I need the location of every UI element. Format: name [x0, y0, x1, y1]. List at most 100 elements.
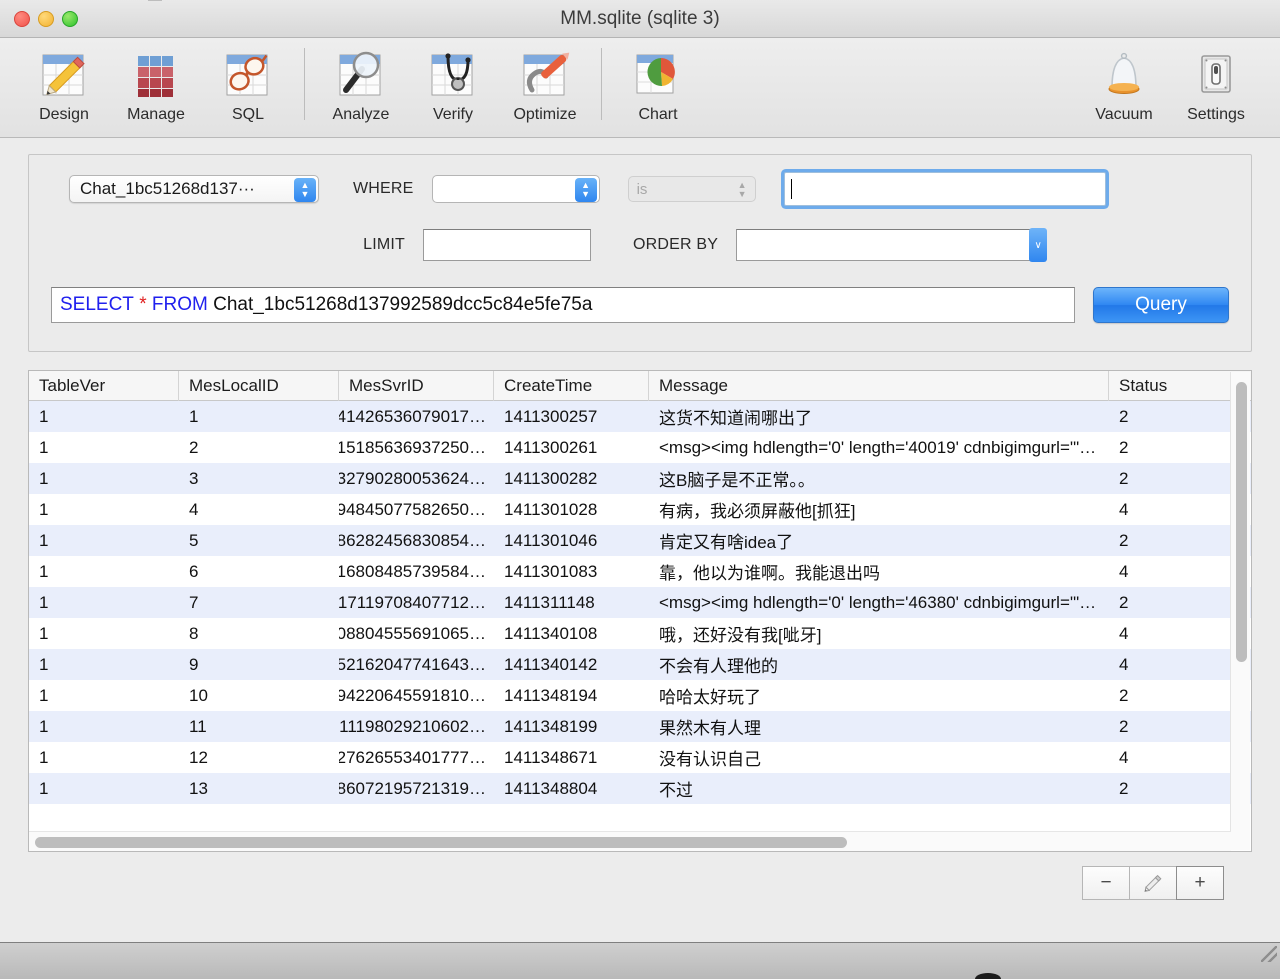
add-record-button[interactable]: +	[1176, 866, 1224, 900]
column-header-meslocalid[interactable]: MesLocalID	[179, 371, 339, 401]
column-header-status[interactable]: Status	[1109, 371, 1209, 401]
cell-tablever: 1	[39, 468, 49, 488]
results-table-header: TableVer MesLocalID MesSvrID CreateTime …	[29, 371, 1251, 401]
sql-statement-field[interactable]: SELECT * FROM Chat_1bc51268d137992589dcc…	[51, 287, 1075, 323]
toolbar-button-manage[interactable]: Manage	[110, 46, 202, 124]
toolbar-label-manage: Manage	[127, 106, 185, 123]
cell-messvrid: 241426536079017…	[339, 406, 486, 426]
vacuum-bell-jar-icon	[1097, 46, 1151, 104]
order-by-field[interactable]: ∨	[736, 228, 1048, 262]
column-header-tablever[interactable]: TableVer	[29, 371, 179, 401]
cell-meslocalid: 2	[189, 437, 199, 457]
cell-status: 2	[1119, 716, 1129, 736]
table-row[interactable]: 1 13 286072195721319… 1411348804 不过 2	[29, 773, 1251, 804]
toolbar-button-vacuum[interactable]: Vacuum	[1078, 46, 1170, 124]
cell-message: 不过	[659, 781, 693, 800]
cell-createtime: 1411300282	[504, 468, 598, 488]
cell-createtime: 1411311148	[504, 592, 595, 612]
toolbar-button-verify[interactable]: Verify	[407, 46, 499, 124]
cell-tablever: 1	[39, 623, 49, 643]
table-select[interactable]: Chat_1bc51268d137··· ▲ ▼	[69, 175, 319, 203]
query-row-where: Chat_1bc51268d137··· ▲ ▼ WHERE ▲ ▼ is ▲ ▼	[51, 172, 1229, 206]
table-row[interactable]: 1 7 117119708407712… 1411311148 <msg><img hd…	[29, 587, 1251, 618]
cell-status: 2	[1119, 468, 1129, 488]
query-builder-panel: Chat_1bc51268d137··· ▲ ▼ WHERE ▲ ▼ is ▲ ▼ L…	[28, 154, 1252, 352]
window-resize-grip[interactable]	[1261, 946, 1277, 962]
sql-glasses-icon	[221, 46, 275, 104]
cell-tablever: 1	[39, 437, 49, 457]
cell-tablever: 1	[39, 592, 49, 612]
cell-tablever: 1	[39, 685, 49, 705]
cell-message: 肯定又有啥idea了	[659, 533, 794, 552]
cell-messvrid: 432790280053624…	[339, 468, 486, 488]
table-row[interactable]: 1 10 694220645591810… 1411348194 哈哈太好玩了 2	[29, 680, 1251, 711]
query-button[interactable]: Query	[1093, 287, 1229, 323]
toolbar-label-vacuum: Vacuum	[1095, 106, 1153, 123]
toolbar-label-verify: Verify	[432, 106, 473, 123]
table-row[interactable]: 1 12 827626553401777… 1411348671 没有认识自己 4	[29, 742, 1251, 773]
vertical-scrollbar-thumb[interactable]	[1236, 382, 1247, 662]
cell-meslocalid: 12	[189, 747, 208, 767]
cell-meslocalid: 10	[189, 685, 208, 705]
table-row[interactable]: 1 9 152162047741643… 1411340142 不会有人理他的 4	[29, 649, 1251, 680]
cell-createtime: 1411301028	[504, 499, 598, 519]
where-label: WHERE	[353, 180, 414, 197]
table-row[interactable]: 1 11 811198029210602… 1411348199 果然木有人理 2	[29, 711, 1251, 742]
table-row[interactable]: 1 8 508804555691065… 1411340108 哦，还好没有我[呲牙] 4	[29, 618, 1251, 649]
toolbar-separator-2	[601, 48, 602, 120]
toolbar-group-maintenance: Vacuum Settings	[1078, 46, 1262, 124]
toolbar-button-sql[interactable]: SQL	[202, 46, 294, 124]
cell-status: 4	[1119, 623, 1129, 643]
value-field[interactable]	[783, 172, 1106, 206]
cell-messvrid: 386282456830854…	[339, 530, 486, 550]
main-content: Chat_1bc51268d137··· ▲ ▼ WHERE ▲ ▼ is ▲ ▼ L…	[0, 138, 1280, 942]
cell-message: <msg><img hdlength='0' length='46380' cd…	[659, 592, 1097, 612]
toolbar-button-chart[interactable]: Chart	[612, 46, 704, 124]
toolbar-label-analyze: Analyze	[332, 106, 390, 123]
horizontal-scrollbar-thumb[interactable]	[35, 837, 847, 848]
sqlite-app-window: MM.sqlite (sqlite 3) Design Manage SQL A…	[0, 0, 1280, 942]
toolbar-button-optimize[interactable]: Optimize	[499, 46, 591, 124]
toolbar-button-settings[interactable]: Settings	[1170, 46, 1262, 124]
where-stepper-icon[interactable]: ▲ ▼	[574, 178, 597, 202]
cell-status: 2	[1119, 592, 1129, 612]
table-row[interactable]: 1 6 816808485739584… 1411301083 靠，他以为谁啊。我能退出…	[29, 556, 1251, 587]
table-row[interactable]: 1 3 432790280053624… 1411300282 这B脑子是不正常。。 2	[29, 463, 1251, 494]
optimize-wrench-icon	[518, 46, 572, 104]
cell-tablever: 1	[39, 778, 49, 798]
table-row[interactable]: 1 4 894845077582650… 1411301028 有病，我必须屏蔽他[抓狂…	[29, 494, 1251, 525]
cell-meslocalid: 4	[189, 499, 199, 519]
toolbar-label-design: Design	[39, 106, 89, 123]
cell-meslocalid: 1	[189, 406, 199, 426]
results-table: TableVer MesLocalID MesSvrID CreateTime …	[28, 370, 1252, 852]
toolbar-button-analyze[interactable]: Analyze	[315, 46, 407, 124]
cell-messvrid: 117119708407712…	[339, 592, 486, 612]
vertical-scrollbar[interactable]	[1230, 372, 1250, 850]
cell-message: 这货不知道闹哪出了	[659, 409, 812, 428]
cell-status: 2	[1119, 685, 1129, 705]
remove-record-button[interactable]: −	[1082, 866, 1130, 900]
limit-field[interactable]	[423, 229, 591, 261]
titlebar-notch	[148, 0, 162, 1]
toolbar-button-design[interactable]: Design	[18, 46, 110, 124]
cell-tablever: 1	[39, 747, 49, 767]
cell-message: 这B脑子是不正常。。	[659, 471, 815, 490]
cell-createtime: 1411301083	[504, 561, 598, 581]
cell-status: 2	[1119, 437, 1129, 457]
table-row[interactable]: 1 2 115185636937250… 1411300261 <msg><img hd…	[29, 432, 1251, 463]
edit-record-button[interactable]	[1129, 866, 1177, 900]
order-by-chevron-down-icon[interactable]: ∨	[1029, 228, 1048, 262]
column-header-createtime[interactable]: CreateTime	[494, 371, 649, 401]
cell-meslocalid: 5	[189, 530, 199, 550]
where-field[interactable]: ▲ ▼	[431, 175, 600, 203]
table-row[interactable]: 1 5 386282456830854… 1411301046 肯定又有啥idea了 2	[29, 525, 1251, 556]
cell-status: 2	[1119, 778, 1129, 798]
stepper-updown-icon[interactable]: ▲ ▼	[294, 178, 316, 202]
column-header-message[interactable]: Message	[649, 371, 1109, 401]
cell-meslocalid: 8	[189, 623, 199, 643]
column-header-messvrid[interactable]: MesSvrID	[339, 371, 494, 401]
table-select-value: Chat_1bc51268d137···	[80, 179, 255, 198]
toolbar-group-chart: Chart	[612, 46, 704, 124]
horizontal-scrollbar[interactable]	[29, 831, 1231, 851]
table-row[interactable]: 1 1 241426536079017… 1411300257 这货不知道闹哪出了 2	[29, 401, 1251, 432]
